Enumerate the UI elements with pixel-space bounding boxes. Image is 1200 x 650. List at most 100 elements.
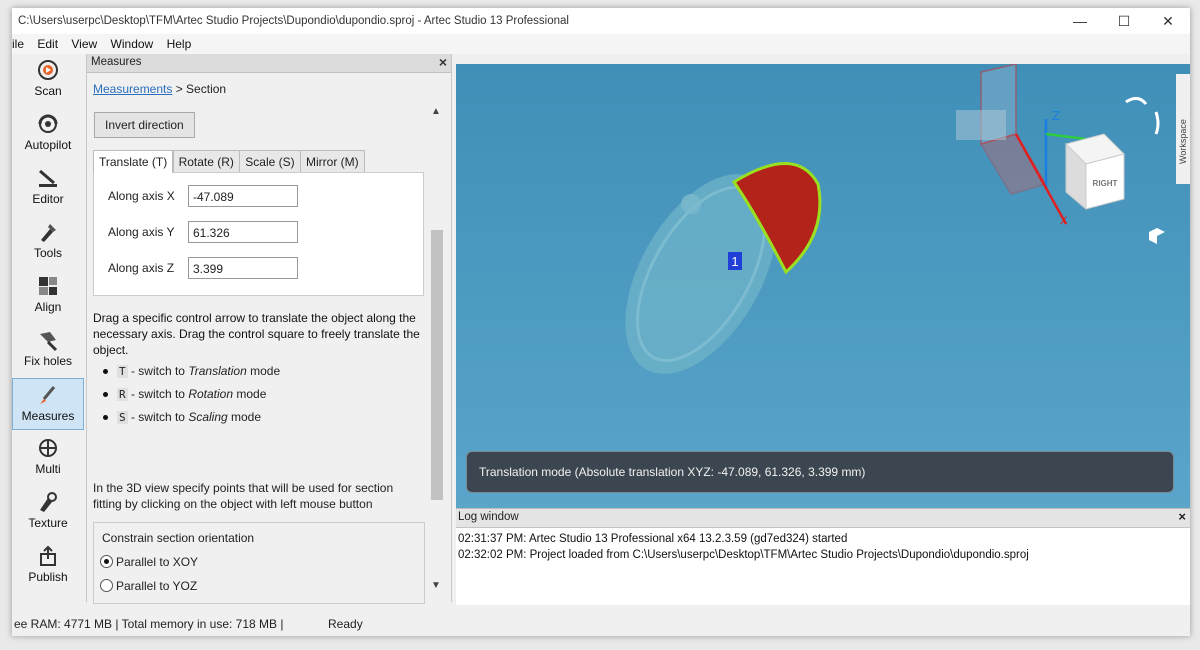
scroll-thumb[interactable] <box>431 230 443 500</box>
tool-editor[interactable]: Editor <box>12 162 84 214</box>
axis-y-input[interactable]: 61.326 <box>188 221 298 243</box>
shortcut-mode: Scaling <box>188 410 228 424</box>
panel-scrollbar[interactable]: ▲ ▼ <box>429 100 445 600</box>
tool-label: Editor <box>32 192 64 206</box>
transform-tabs: Translate (T) Rotate (R) Scale (S) Mirro… <box>93 150 423 173</box>
constrain-title: Constrain section orientation <box>102 531 255 545</box>
tool-label: Fix holes <box>23 354 73 368</box>
publish-icon <box>40 545 56 566</box>
maximize-button[interactable]: ☐ <box>1102 10 1146 32</box>
viewport-3d[interactable]: 1 Z X RIGHT Workspace <box>456 64 1190 508</box>
translation-status-overlay: Translation mode (Absolute translation X… <box>466 451 1174 493</box>
radio-label: Parallel to XOY <box>116 555 199 569</box>
workspace-side-tab[interactable]: Workspace <box>1178 119 1188 164</box>
radio-parallel-xoy[interactable]: Parallel to XOY <box>100 555 198 569</box>
tool-label: Publish <box>28 570 68 584</box>
tab-scale[interactable]: Scale (S) <box>239 150 301 173</box>
shortcut-scaling: S - switch to Scaling mode <box>103 410 262 424</box>
tool-label: Multi <box>35 462 61 476</box>
minimize-button[interactable]: — <box>1058 10 1102 32</box>
log-header: Log window × <box>456 509 1190 528</box>
shortcut-text: mode <box>233 387 267 401</box>
menu-window[interactable]: Window <box>106 34 159 51</box>
shortcut-rotation: R - switch to Rotation mode <box>103 387 267 401</box>
axis-y-label: Along axis Y <box>108 225 175 239</box>
shortcut-translation: T - switch to Translation mode <box>103 364 281 378</box>
tab-mirror[interactable]: Mirror (M) <box>299 150 365 173</box>
panel-header: Measures × <box>87 54 451 73</box>
menu-help[interactable]: Help <box>162 34 197 51</box>
shortcut-key: T <box>117 365 128 378</box>
log-close-button[interactable]: × <box>1178 509 1186 524</box>
axis-z-input[interactable]: 3.399 <box>188 257 298 279</box>
window-title: C:\Users\userpc\Desktop\TFM\Artec Studio… <box>18 15 569 27</box>
axis-z-row: Along axis Z 3.399 <box>108 257 298 279</box>
scan-icon <box>38 60 58 80</box>
radio-parallel-yoz[interactable]: Parallel to YOZ <box>100 579 197 593</box>
log-window: Log window × 02:31:37 PM: Artec Studio 1… <box>456 508 1190 605</box>
tool-fix-holes[interactable]: Fix holes <box>12 324 84 376</box>
tool-measures[interactable]: Measures <box>12 378 84 430</box>
scene-graphic: 1 Z X RIGHT Workspace <box>456 64 1190 508</box>
breadcrumb-measurements-link[interactable]: Measurements <box>93 82 172 96</box>
title-bar: C:\Users\userpc\Desktop\TFM\Artec Studio… <box>12 8 1190 34</box>
bullet <box>103 392 108 397</box>
translation-status-text: Translation mode (Absolute translation X… <box>479 465 866 479</box>
tab-rotate[interactable]: Rotate (R) <box>172 150 240 173</box>
align-icon <box>39 277 57 295</box>
status-ready: Ready <box>328 617 363 631</box>
tool-texture[interactable]: Texture <box>12 486 84 538</box>
axis-x-label: Along axis X <box>108 189 175 203</box>
texture-icon <box>40 492 57 512</box>
shortcut-text: - switch to <box>127 364 189 378</box>
tool-label: Tools <box>33 246 62 260</box>
menu-edit[interactable]: Edit <box>32 34 63 51</box>
axis-y-row: Along axis Y 61.326 <box>108 221 298 243</box>
scroll-up-icon[interactable]: ▲ <box>431 106 441 117</box>
radio-label: Parallel to YOZ <box>116 579 198 593</box>
axis-x-input[interactable]: -47.089 <box>188 185 298 207</box>
panel-close-button[interactable]: × <box>439 54 447 70</box>
tool-multi[interactable]: Multi <box>12 432 84 484</box>
tool-scan[interactable]: Scan <box>12 54 84 106</box>
shortcut-mode: Rotation <box>188 387 234 401</box>
invert-direction-button[interactable]: Invert direction <box>94 112 195 138</box>
panel-title: Measures <box>91 56 142 68</box>
shortcut-mode: Translation <box>188 364 247 378</box>
axis-z-label: Along axis Z <box>108 261 175 275</box>
shortcut-text: - switch to <box>127 387 189 401</box>
menu-file[interactable]: ile <box>12 34 29 51</box>
fix-holes-icon <box>40 332 58 352</box>
close-window-button[interactable]: ✕ <box>1146 10 1190 32</box>
shortcut-text: mode <box>246 364 281 378</box>
translate-help-text: Drag a specific control arrow to transla… <box>93 311 420 357</box>
tool-autopilot[interactable]: Autopilot <box>12 108 84 160</box>
breadcrumb-current: > Section <box>172 82 227 96</box>
app-window: C:\Users\userpc\Desktop\TFM\Artec Studio… <box>12 8 1190 636</box>
shortcut-text: mode <box>227 410 262 424</box>
radio-checked-icon <box>100 555 113 568</box>
scroll-down-icon[interactable]: ▼ <box>431 580 441 591</box>
tab-translate[interactable]: Translate (T) <box>93 150 174 173</box>
constrain-group: Constrain section orientation Parallel t… <box>93 522 425 604</box>
log-title: Log window <box>458 511 519 523</box>
multi-icon <box>39 439 57 457</box>
radio-unchecked-icon <box>100 579 113 592</box>
editor-icon <box>39 169 57 187</box>
status-bar: ee RAM: 4771 MB | Total memory in use: 7… <box>12 612 1190 636</box>
point-marker-label: 1 <box>731 254 738 269</box>
axis-x-label: X <box>1060 215 1068 227</box>
tool-label: Texture <box>28 516 68 530</box>
shortcut-text: - switch to <box>127 410 189 424</box>
breadcrumb: Measurements > Section <box>93 82 226 96</box>
main-toolbar: Scan Autopilot Editor Tools Align Fix ho… <box>12 54 84 602</box>
axis-z-label: Z <box>1052 108 1060 123</box>
tool-align[interactable]: Align <box>12 270 84 322</box>
axis-x-row: Along axis X -47.089 <box>108 185 298 207</box>
shortcut-key: R <box>117 388 128 401</box>
log-line: 02:31:37 PM: Artec Studio 13 Professiona… <box>458 533 848 545</box>
tool-publish[interactable]: Publish <box>12 540 84 592</box>
tool-tools[interactable]: Tools <box>12 216 84 268</box>
translate-tab-body: Along axis X -47.089 Along axis Y 61.326… <box>93 172 424 296</box>
menu-view[interactable]: View <box>66 34 102 51</box>
